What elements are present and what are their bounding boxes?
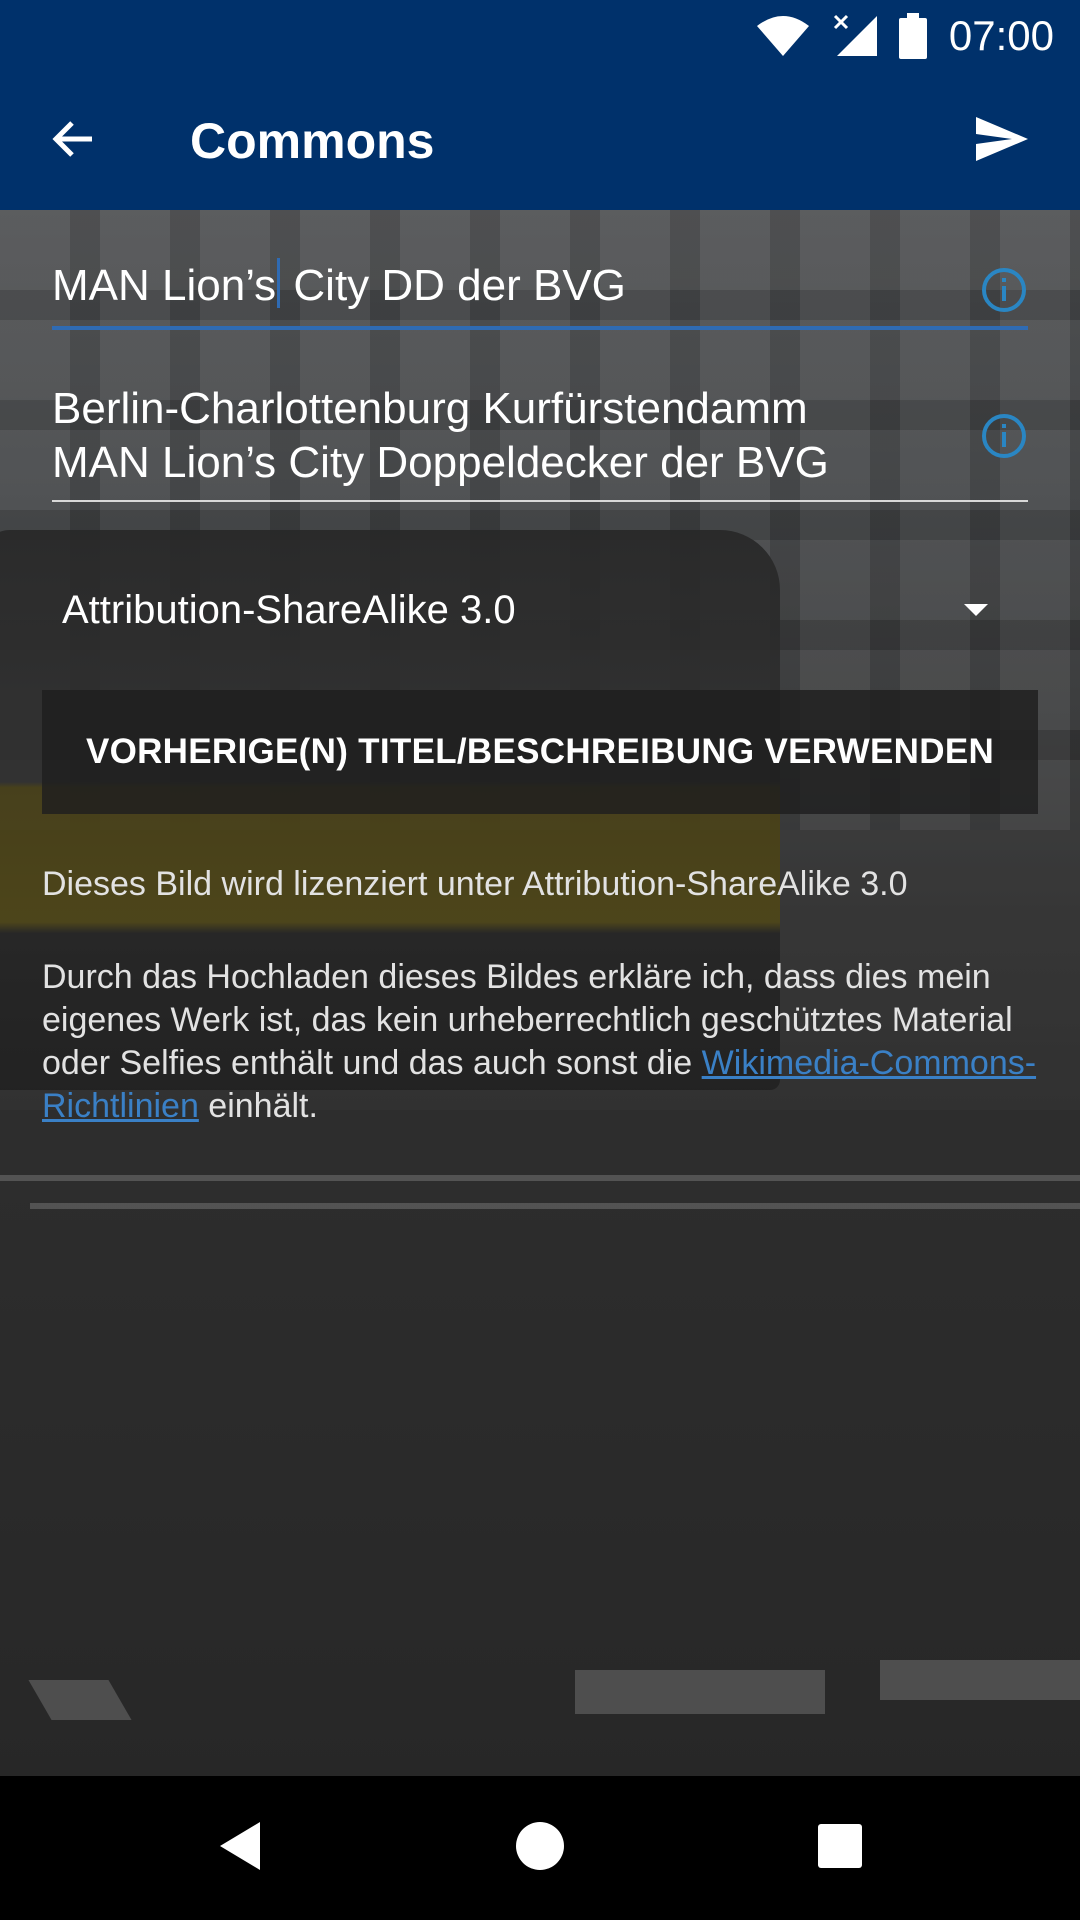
nav-recents-button[interactable]	[804, 1812, 876, 1884]
system-nav-bar	[0, 1776, 1080, 1920]
nav-home-button[interactable]	[504, 1812, 576, 1884]
title-underline	[52, 326, 1028, 330]
back-button[interactable]	[0, 72, 148, 210]
recents-square-icon	[817, 1823, 863, 1874]
license-selected-value: Attribution-ShareAlike 3.0	[62, 587, 516, 632]
page-title: Commons	[190, 113, 435, 169]
send-button[interactable]	[942, 72, 1062, 210]
upload-declaration: Durch das Hochladen dieses Bildes erklär…	[42, 956, 1042, 1128]
chevron-down-icon	[964, 604, 988, 616]
signal-no-service-icon	[833, 14, 877, 58]
nav-back-button[interactable]	[204, 1812, 276, 1884]
description-line-2: MAN Lion’s City Doppeldecker der BVG	[52, 438, 829, 487]
battery-icon	[898, 13, 927, 59]
declaration-text-end: einhält.	[198, 1087, 318, 1125]
title-field[interactable]: MAN Lion’s City DD der BVG	[52, 258, 1028, 330]
license-info-text: Dieses Bild wird lizenziert unter Attrib…	[42, 865, 908, 903]
description-field[interactable]: Berlin-Charlottenburg Kurfürstendamm MAN…	[52, 382, 1028, 502]
title-text-part2: City DD der BVG	[281, 261, 626, 310]
description-underline	[52, 500, 1028, 502]
use-previous-title-button[interactable]: VORHERIGE(N) TITEL/BESCHREIBUNG VERWENDE…	[42, 690, 1038, 814]
wifi-icon	[755, 14, 811, 58]
status-bar: 07:00	[0, 0, 1080, 72]
send-icon	[974, 115, 1030, 168]
arrow-left-icon	[52, 117, 96, 166]
back-triangle-icon	[216, 1820, 264, 1877]
description-line-1: Berlin-Charlottenburg Kurfürstendamm	[52, 384, 808, 433]
title-text-part1: MAN Lion’s	[52, 261, 277, 310]
home-circle-icon	[515, 1821, 565, 1876]
license-dropdown[interactable]: Attribution-ShareAlike 3.0	[62, 580, 1002, 640]
description-info-icon[interactable]	[980, 412, 1028, 460]
text-cursor	[277, 258, 281, 308]
status-time: 07:00	[948, 12, 1054, 59]
app-bar: Commons	[0, 72, 1080, 210]
title-info-icon[interactable]	[980, 266, 1028, 314]
